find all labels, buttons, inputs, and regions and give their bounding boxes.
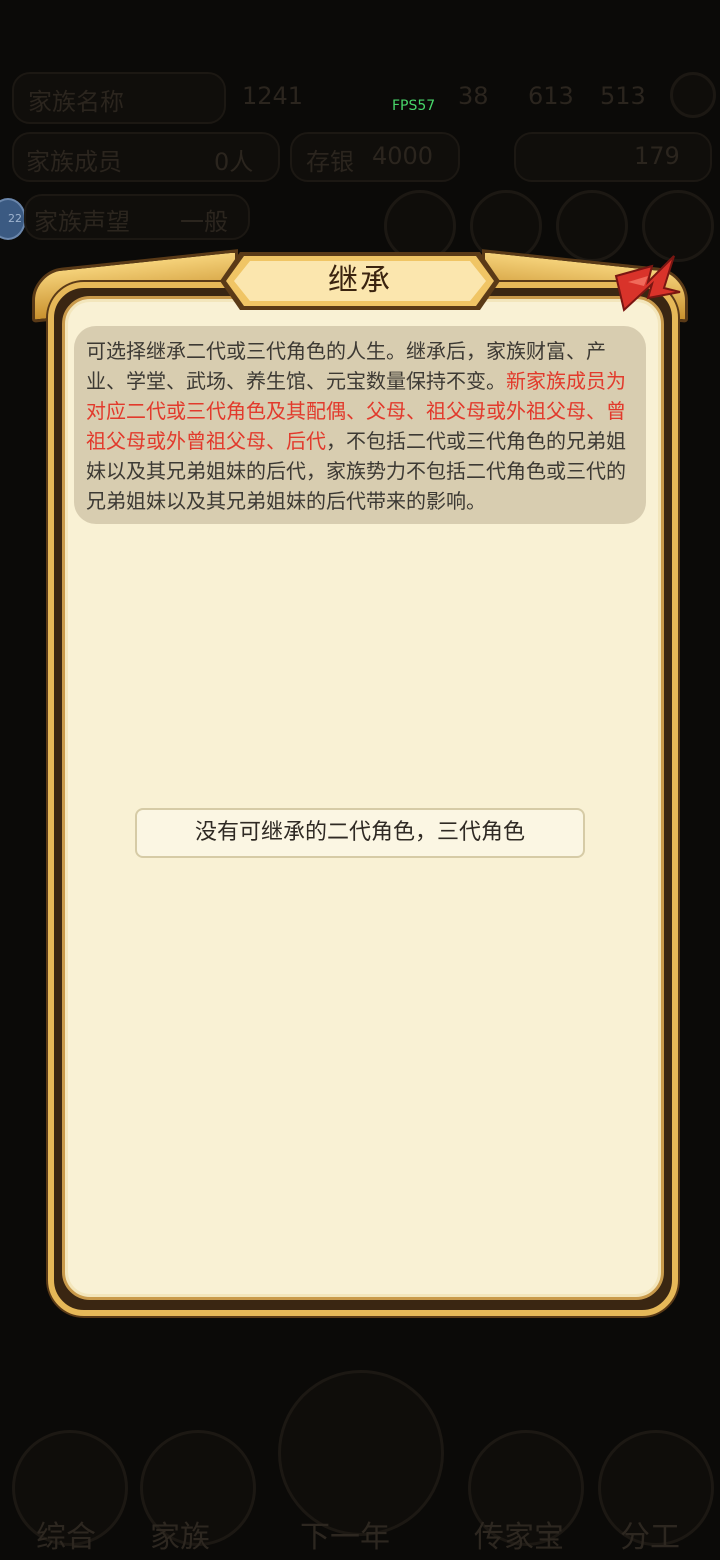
members-value: 0人 — [214, 148, 254, 176]
top-bar-stat-c: 513 — [600, 82, 646, 110]
reputation-value: 一般 — [180, 208, 228, 236]
title-plate: 继承 — [218, 250, 502, 312]
top-bar-family-name: 家族名称 — [28, 88, 124, 116]
fps-counter: FPS57 — [392, 98, 436, 114]
assets-value: 4000 — [372, 142, 434, 170]
top-bar-stat-b: 613 — [528, 82, 574, 110]
coins-value: 179 — [634, 142, 680, 170]
nav-item-division: 分工 — [620, 1520, 680, 1555]
empty-state-message: 没有可继承的二代角色，三代角色 — [135, 808, 585, 858]
reputation-label: 家族声望 — [34, 208, 130, 236]
dialog-title: 继承 — [328, 263, 392, 298]
avatar-level-badge: 22 — [0, 198, 26, 240]
nav-item-general: 综合 — [36, 1520, 96, 1555]
close-button[interactable] — [608, 248, 688, 328]
close-ribbon-icon — [614, 255, 681, 312]
inheritance-dialog: 继承 可选择继承二代或三代角色的人生。继承后，家族财富、产业、学堂、武场、养生馆… — [30, 242, 690, 1316]
top-bar-stat-a: 38 — [458, 82, 489, 110]
coins-pill — [514, 132, 712, 182]
members-label: 家族成员 — [26, 148, 122, 176]
assets-label: 存银 — [306, 148, 354, 176]
top-bar-resource-value: 1241 — [242, 82, 304, 110]
inheritance-description: 可选择继承二代或三代角色的人生。继承后，家族财富、产业、学堂、武场、养生馆、元宝… — [74, 326, 646, 524]
help-icon — [670, 72, 716, 118]
nav-item-heirloom: 传家宝 — [474, 1520, 564, 1555]
nav-item-next-year: 下一年 — [300, 1520, 390, 1555]
nav-item-family: 家族 — [150, 1520, 210, 1555]
